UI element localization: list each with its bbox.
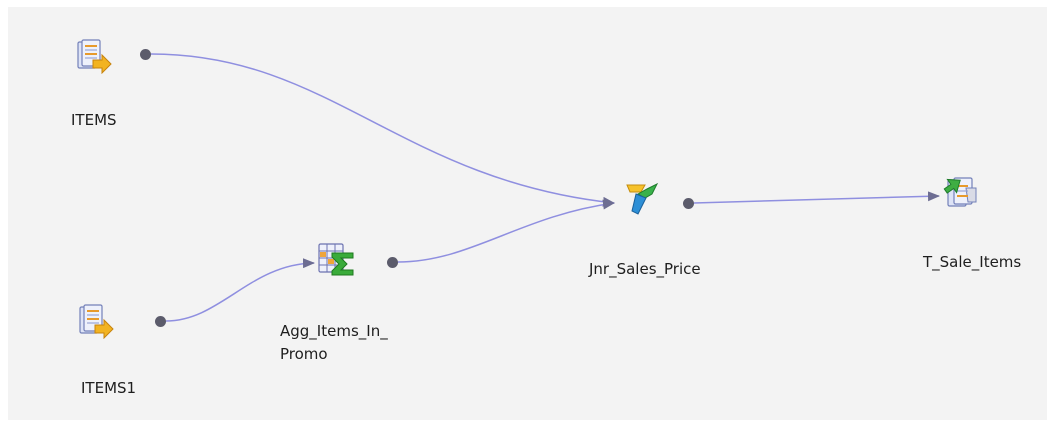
source-label-items: ITEMS <box>71 111 117 129</box>
link-items-to-joiner[interactable] <box>150 53 615 207</box>
joiner-icon[interactable] <box>624 180 660 216</box>
joiner-label: Jnr_Sales_Price <box>589 260 701 278</box>
link-joiner-to-target[interactable] <box>693 191 940 204</box>
output-port[interactable] <box>140 49 151 60</box>
source-label-items1: ITEMS1 <box>81 379 137 397</box>
source-table-icon[interactable] <box>78 303 114 339</box>
link-agg-to-joiner[interactable] <box>397 199 615 263</box>
target-label: T_Sale_Items <box>923 253 1022 271</box>
output-port[interactable] <box>683 198 694 209</box>
aggregator-label-line1: Agg_Items_In_ <box>280 322 388 340</box>
link-layer <box>150 53 940 322</box>
aggregator-icon[interactable] <box>318 242 354 278</box>
output-port[interactable] <box>387 257 398 268</box>
target-table-icon[interactable] <box>942 172 978 208</box>
aggregator-label-line2: Promo <box>280 345 328 363</box>
output-port[interactable] <box>155 316 166 327</box>
source-table-icon[interactable] <box>76 38 112 74</box>
link-items1-to-agg[interactable] <box>165 258 315 322</box>
